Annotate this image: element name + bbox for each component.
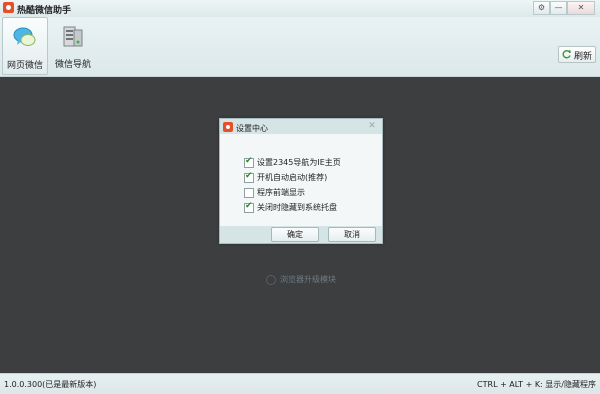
chat-bubbles-icon — [13, 27, 36, 46]
close-button[interactable]: ✕ — [567, 1, 595, 15]
hotkey-hint: CTRL + ALT + K: 显示/隐藏程序 — [477, 380, 596, 389]
cancel-button[interactable]: 取消 — [328, 227, 376, 242]
dialog-logo-icon — [223, 122, 233, 132]
toolbar: 网页微信 微信导航 刷新 — [0, 17, 600, 77]
tab-web-wechat[interactable]: 网页微信 — [2, 17, 48, 75]
checkbox[interactable] — [244, 156, 254, 168]
tab-wechat-nav[interactable]: 微信导航 — [51, 17, 95, 73]
checkbox[interactable] — [244, 171, 254, 183]
option-label: 关闭时隐藏到系统托盘 — [257, 203, 337, 212]
refresh-icon — [562, 49, 571, 59]
option-label: 程序前端显示 — [257, 188, 305, 197]
option-label: 设置2345导航为IE主页 — [257, 158, 341, 167]
refresh-button[interactable]: 刷新 — [558, 46, 596, 63]
refresh-label: 刷新 — [574, 52, 593, 62]
dialog-title: 设置中心 — [236, 124, 268, 133]
ok-button[interactable]: 确定 — [271, 227, 319, 242]
version-text: 1.0.0.300(已是最新版本) — [4, 380, 97, 389]
tab-label: 网页微信 — [6, 61, 43, 71]
option-label: 开机自动启动(推荐) — [257, 173, 328, 182]
app-title: 热酷微信助手 — [17, 6, 72, 16]
dialog-close-icon[interactable]: ✕ — [366, 120, 378, 132]
app-logo-icon — [3, 2, 14, 13]
settings-dialog: 设置中心 ✕ 设置2345导航为IE主页 开机自动启动(推荐) 程序前端显示 关… — [219, 118, 383, 244]
dialog-body: 设置2345导航为IE主页 开机自动启动(推荐) 程序前端显示 关闭时隐藏到系统… — [220, 134, 382, 226]
settings-icon[interactable]: ⚙ — [533, 1, 550, 15]
minimize-button[interactable]: — — [550, 1, 567, 15]
checkbox[interactable] — [244, 201, 254, 213]
checkbox[interactable] — [244, 188, 254, 198]
loading-status-text: 浏览器升级模块 — [280, 275, 336, 284]
server-icon — [63, 26, 83, 47]
tab-label: 微信导航 — [54, 60, 91, 70]
loading-spinner-icon — [266, 275, 276, 285]
status-bar: 1.0.0.300(已是最新版本) CTRL + ALT + K: 显示/隐藏程… — [0, 373, 600, 394]
title-bar: 热酷微信助手 ⚙ — ✕ — [0, 0, 600, 17]
